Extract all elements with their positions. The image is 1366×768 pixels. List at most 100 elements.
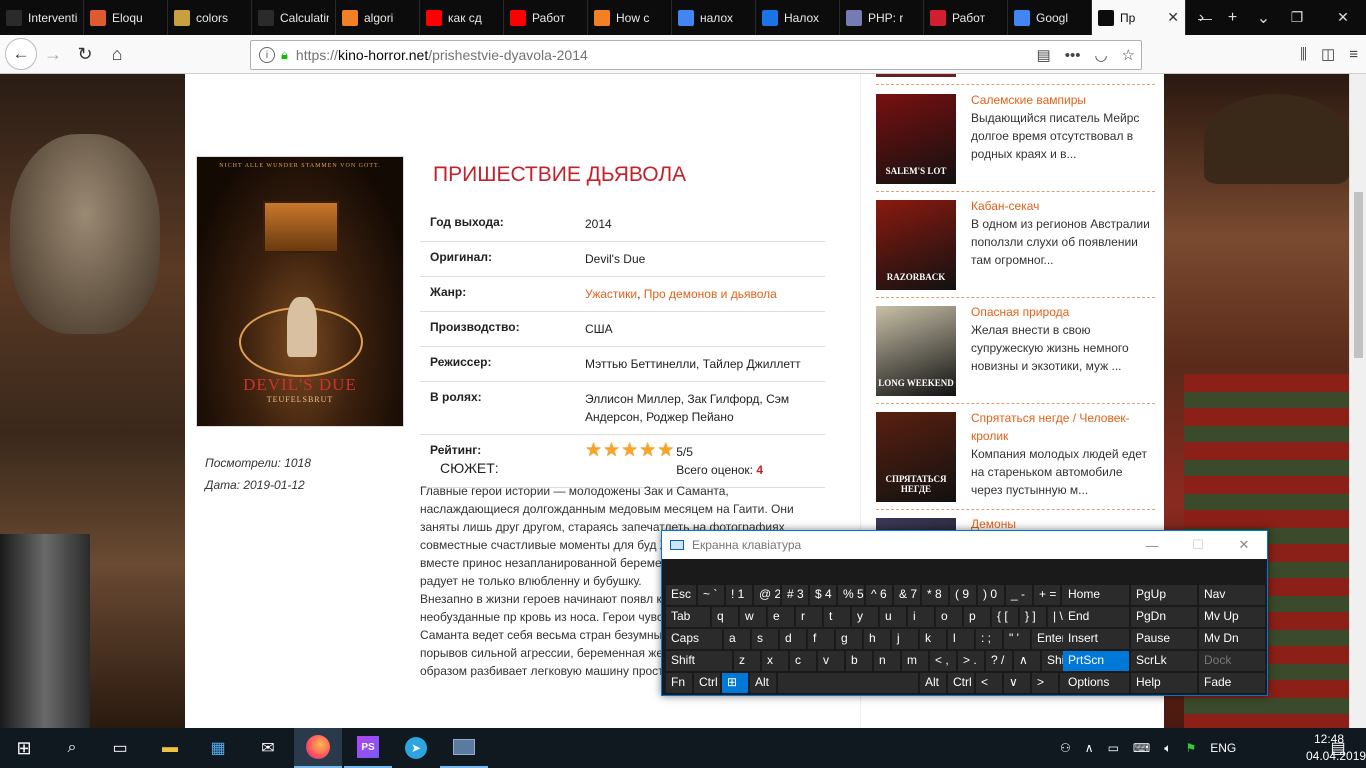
taskbar-firefox[interactable]	[294, 728, 342, 768]
osk-key[interactable]: * 8	[922, 585, 948, 605]
library-icon[interactable]: ⫼	[1300, 46, 1307, 63]
related-movie-title[interactable]: Кабан-секач	[971, 197, 1155, 215]
osk-nav-key[interactable]: PgUp	[1131, 585, 1197, 605]
task-view-button[interactable]: ▭	[96, 728, 144, 768]
forward-button[interactable]: →	[38, 41, 68, 67]
genre-link-demons[interactable]: Про демонов и дьявола	[644, 287, 777, 301]
back-button[interactable]: ←	[5, 38, 37, 70]
browser-tab-4[interactable]: Calculatin	[252, 0, 336, 35]
osk-key[interactable]: + =	[1034, 585, 1060, 605]
osk-nav-key[interactable]: PrtScn	[1063, 651, 1129, 671]
osk-key[interactable]: e	[768, 607, 794, 627]
reader-view-icon[interactable]: ▤	[1037, 46, 1051, 64]
osk-key[interactable]: Ctrl	[948, 673, 974, 693]
osk-nav-key[interactable]: Home	[1063, 585, 1129, 605]
osk-key[interactable]: < ,	[930, 651, 956, 671]
taskbar-store[interactable]: ▦	[194, 728, 242, 768]
taskbar-telegram[interactable]: ➤	[392, 728, 440, 768]
osk-key[interactable]: c	[790, 651, 816, 671]
osk-key[interactable]: " '	[1004, 629, 1030, 649]
osk-key[interactable]: q	[712, 607, 738, 627]
page-scrollbar[interactable]	[1349, 74, 1366, 728]
browser-tab-12[interactable]: Работ	[924, 0, 1008, 35]
osk-key[interactable]: b	[846, 651, 872, 671]
osk-key[interactable]: <	[976, 673, 1002, 693]
browser-tab-11[interactable]: PHP: r	[840, 0, 924, 35]
volume-icon[interactable]: 🔈︎	[1164, 741, 1171, 756]
related-movie-item[interactable]: LONG WEEKEND Опасная природа Желая внести …	[876, 298, 1155, 404]
taskbar-explorer[interactable]: ▬	[146, 728, 194, 768]
browser-tab-1[interactable]: Interventio	[0, 0, 84, 35]
osk-key[interactable]: v	[818, 651, 844, 671]
osk-key[interactable]: ( 9	[950, 585, 976, 605]
url-bar[interactable]: i 🔒︎ https://kino-horror.net/prishestvie…	[250, 40, 1142, 70]
osk-key[interactable]: p	[964, 607, 990, 627]
osk-key[interactable]: Ctrl	[694, 673, 720, 693]
search-button[interactable]: ⌕	[48, 728, 96, 768]
osk-key[interactable]: l	[948, 629, 974, 649]
osk-key[interactable]: a	[724, 629, 750, 649]
related-movie-item[interactable]: RAZORBACK Кабан-секач В одном из регионов …	[876, 192, 1155, 298]
osk-maximize-button[interactable]: ☐	[1175, 531, 1221, 559]
osk-key[interactable]: > .	[958, 651, 984, 671]
osk-key[interactable]: ~ `	[698, 585, 724, 605]
osk-key[interactable]: Shift	[666, 651, 732, 671]
osk-key[interactable]: % 5	[838, 585, 864, 605]
osk-close-button[interactable]: ✕	[1221, 531, 1267, 559]
osk-key[interactable]: i	[908, 607, 934, 627]
osk-nav-key[interactable]: Dock	[1199, 651, 1265, 671]
related-movie-poster[interactable]: SALEM'S LOT	[876, 94, 956, 184]
start-button[interactable]: ⊞	[0, 728, 48, 768]
star-icon[interactable]: ★	[585, 441, 602, 460]
related-movie-poster[interactable]: СПРЯТАТЬСЯ НЕГДЕ	[876, 412, 956, 502]
osk-key[interactable]: o	[936, 607, 962, 627]
tab-close-icon[interactable]: ✕	[1167, 9, 1179, 26]
browser-tab-9[interactable]: налох	[672, 0, 756, 35]
page-actions-icon[interactable]: •••	[1065, 47, 1081, 64]
rating-stars[interactable]: ★ ★ ★ ★ ★	[585, 441, 674, 460]
taskbar-mail[interactable]: ✉	[244, 728, 292, 768]
osk-key[interactable]: : ;	[976, 629, 1002, 649]
osk-key[interactable]: m	[902, 651, 928, 671]
reload-button[interactable]: ↻	[70, 41, 100, 67]
movie-poster[interactable]: NICHT ALLE WUNDER STAMMEN VON GOTT. DEVI…	[196, 156, 404, 427]
lock-icon[interactable]: 🔒︎	[281, 47, 288, 63]
browser-tab-5[interactable]: algori	[336, 0, 420, 35]
genre-link-horror[interactable]: Ужастики	[585, 287, 637, 301]
language-indicator[interactable]: ENG	[1210, 741, 1236, 755]
minimize-window-icon[interactable]: —	[1182, 0, 1228, 35]
osk-key[interactable]: d	[780, 629, 806, 649]
osk-minimize-button[interactable]: —	[1129, 531, 1175, 559]
osk-nav-key[interactable]: Mv Dn	[1199, 629, 1265, 649]
osk-nav-key[interactable]: Nav	[1199, 585, 1265, 605]
browser-tab-8[interactable]: How c	[588, 0, 672, 35]
people-icon[interactable]: ⚇	[1060, 741, 1071, 755]
osk-key[interactable]: ! 1	[726, 585, 752, 605]
osk-key[interactable]: Esc	[666, 585, 696, 605]
osk-key[interactable]: h	[864, 629, 890, 649]
bookmark-star-icon[interactable]: ☆	[1122, 46, 1135, 64]
osk-key[interactable]: t	[824, 607, 850, 627]
osk-key[interactable]: Fn	[666, 673, 692, 693]
osk-key[interactable]: r	[796, 607, 822, 627]
home-button[interactable]: ⌂	[102, 41, 132, 67]
osk-key[interactable]: y	[852, 607, 878, 627]
close-window-icon[interactable]: ✕	[1320, 0, 1366, 35]
osk-key[interactable]: w	[740, 607, 766, 627]
taskbar-phpstorm[interactable]: PS	[344, 728, 392, 768]
pocket-icon[interactable]: ◡	[1094, 46, 1107, 64]
osk-key[interactable]: ^ 6	[866, 585, 892, 605]
browser-tab-2[interactable]: Eloqu	[84, 0, 168, 35]
star-icon[interactable]: ★	[657, 441, 674, 460]
related-movie-title[interactable]: Спрятаться негде / Человек-кролик	[971, 409, 1155, 445]
osk-key[interactable]: s	[752, 629, 778, 649]
related-movie-title[interactable]: Опасная природа	[971, 303, 1155, 321]
action-center-button[interactable]: ▤	[1318, 728, 1358, 768]
osk-key[interactable]: n	[874, 651, 900, 671]
info-icon[interactable]: i	[259, 47, 275, 63]
related-movie-item[interactable]: SALEM'S LOT Салемские вампиры Выдающийся п…	[876, 86, 1155, 192]
osk-key[interactable]: # 3	[782, 585, 808, 605]
osk-key[interactable]: u	[880, 607, 906, 627]
restore-window-icon[interactable]: ❐	[1274, 0, 1320, 35]
url-text[interactable]: https://kino-horror.net/prishestvie-dyav…	[296, 47, 588, 63]
